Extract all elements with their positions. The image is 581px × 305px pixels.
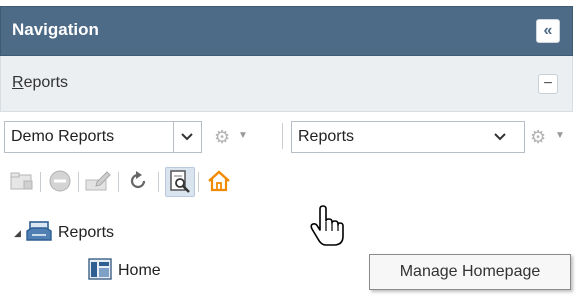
navigation-title: Navigation bbox=[12, 20, 99, 39]
manage-homepage-icon[interactable] bbox=[205, 167, 233, 195]
caret-down-icon[interactable]: ▼ bbox=[238, 130, 248, 141]
navigation-titlebar: Navigation « bbox=[0, 6, 573, 56]
gear-icon[interactable]: ⚙ bbox=[214, 127, 230, 148]
separator bbox=[282, 123, 283, 149]
tree-node-reports[interactable]: ◢ Reports bbox=[14, 220, 114, 246]
report-set-select[interactable]: Demo Reports bbox=[4, 121, 202, 153]
minus-icon: − bbox=[543, 75, 553, 92]
reports-section-header[interactable]: Reports − bbox=[0, 56, 573, 112]
filter-row: Demo Reports ⚙ ▼ Reports ⚙ ▼ bbox=[0, 117, 571, 157]
hand-cursor-icon bbox=[310, 205, 344, 252]
double-chevron-left-icon: « bbox=[543, 22, 553, 39]
edit-icon[interactable] bbox=[84, 167, 112, 195]
tree-node-home[interactable]: Home bbox=[88, 257, 161, 285]
refresh-icon[interactable] bbox=[124, 167, 152, 195]
report-set-value: Demo Reports bbox=[11, 128, 115, 145]
separator bbox=[158, 172, 159, 192]
collapse-panel-button[interactable]: « bbox=[536, 19, 560, 43]
separator bbox=[40, 172, 41, 192]
reports-tray-icon bbox=[26, 220, 52, 247]
navigation-panel: Navigation « Reports − Demo Reports ⚙ ▼ … bbox=[0, 0, 581, 305]
tree-node-label: Home bbox=[118, 262, 161, 279]
delete-icon[interactable] bbox=[46, 167, 74, 195]
reports-toolbar bbox=[0, 165, 571, 199]
reports-section-label: Reports bbox=[12, 74, 69, 91]
gear-icon[interactable]: ⚙ bbox=[530, 127, 546, 148]
separator bbox=[198, 172, 199, 192]
preview-report-icon[interactable] bbox=[165, 167, 195, 197]
report-type-select[interactable]: Reports bbox=[291, 121, 525, 153]
collapse-section-button[interactable]: − bbox=[538, 74, 558, 94]
expander-icon[interactable]: ◢ bbox=[14, 228, 26, 239]
chevron-down-icon[interactable] bbox=[173, 122, 200, 152]
new-folder-icon[interactable] bbox=[8, 167, 36, 195]
separator bbox=[118, 172, 119, 192]
homepage-report-icon bbox=[88, 257, 112, 285]
chevron-down-icon[interactable] bbox=[487, 122, 513, 152]
caret-down-icon[interactable]: ▼ bbox=[555, 130, 565, 141]
report-type-value: Reports bbox=[298, 128, 355, 145]
tooltip: Manage Homepage bbox=[369, 254, 571, 290]
separator bbox=[78, 172, 79, 192]
tree-node-label: Reports bbox=[58, 224, 115, 241]
